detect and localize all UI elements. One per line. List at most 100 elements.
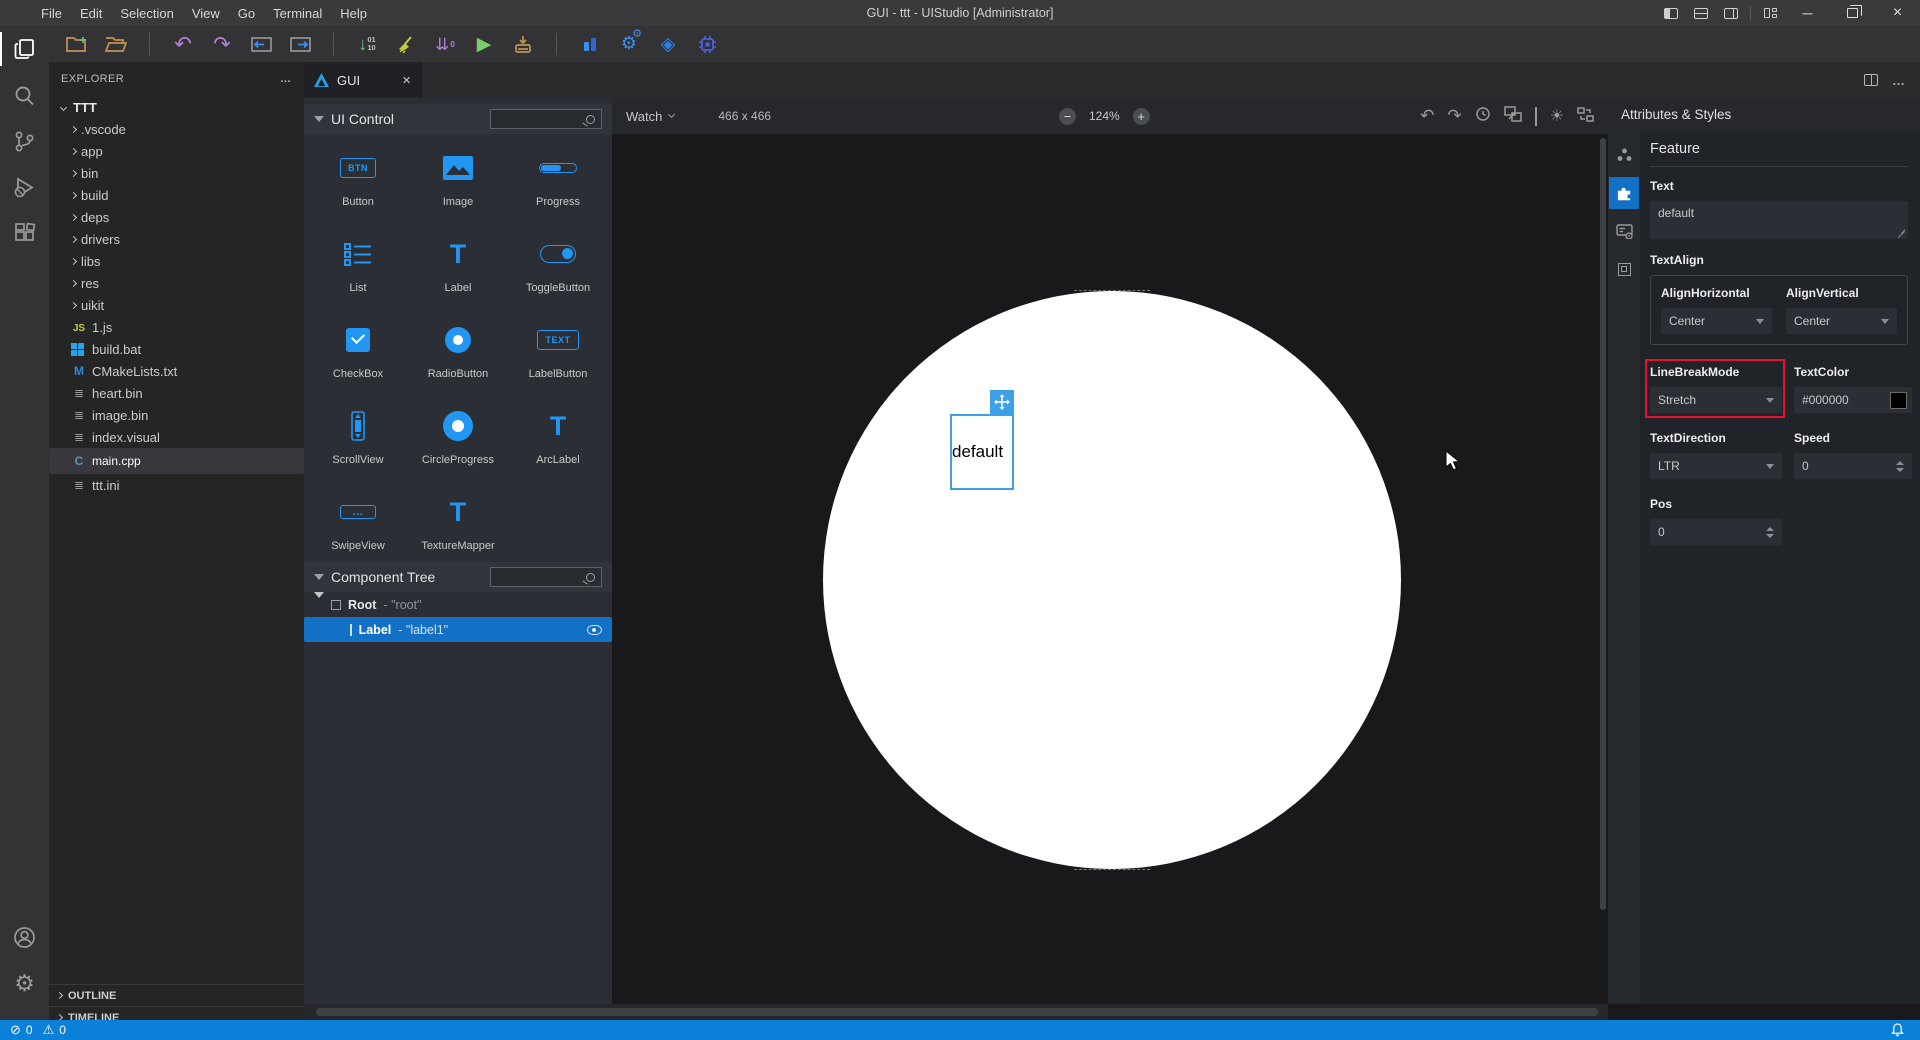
brightness-icon[interactable]: ☀ xyxy=(1550,108,1564,125)
component-tree-header[interactable]: Component Tree xyxy=(304,562,612,592)
zoom-out-button[interactable]: − xyxy=(1059,107,1076,125)
tree-item-app[interactable]: app xyxy=(49,140,304,162)
editor-more-actions-icon[interactable]: … xyxy=(1892,73,1906,88)
restore-button[interactable] xyxy=(1830,0,1875,26)
palette-item-button[interactable]: BTN Button xyxy=(308,148,408,208)
customize-layout-icon[interactable] xyxy=(1755,0,1785,26)
run-icon[interactable]: ▶ xyxy=(472,32,496,56)
extensions-icon[interactable] xyxy=(0,210,49,256)
redo-icon[interactable]: ↷ xyxy=(1447,107,1461,125)
menu-file[interactable]: File xyxy=(32,6,71,21)
tree-item-heart-bin[interactable]: ≣ heart.bin xyxy=(49,382,304,404)
layout-swap-icon[interactable] xyxy=(1577,106,1594,126)
minimize-button[interactable]: ─ xyxy=(1785,0,1830,26)
explorer-more-actions-icon[interactable]: … xyxy=(280,73,292,85)
undo-icon[interactable]: ↶ xyxy=(171,32,195,56)
bar-chart-icon[interactable] xyxy=(578,32,602,56)
tree-item-image-bin[interactable]: ≣ image.bin xyxy=(49,404,304,426)
run-debug-icon[interactable] xyxy=(0,164,49,210)
palette-item-label[interactable]: T Label xyxy=(408,234,508,294)
watch-device-dropdown[interactable]: Watch xyxy=(626,109,676,124)
tree-item-bin[interactable]: bin xyxy=(49,162,304,184)
tree-item-1-js[interactable]: JS 1.js xyxy=(49,316,304,338)
alignhorizontal-select[interactable]: Center xyxy=(1661,308,1772,334)
layout-sidebar-right-icon[interactable] xyxy=(1716,0,1746,26)
tree-row-label[interactable]: Label - "label1" xyxy=(304,617,612,642)
palette-item-swipeview[interactable]: ... SwipeView xyxy=(308,492,408,552)
tree-item-build[interactable]: build xyxy=(49,184,304,206)
textcolor-input[interactable]: #000000 xyxy=(1794,387,1912,413)
pull-streams-icon[interactable]: ⇊ 0 xyxy=(433,32,457,56)
tree-item-deps[interactable]: deps xyxy=(49,206,304,228)
search-icon[interactable] xyxy=(0,72,49,118)
stepper-icons[interactable] xyxy=(1896,460,1904,472)
split-editor-icon[interactable] xyxy=(1864,74,1878,86)
move-handle-icon[interactable] xyxy=(990,390,1014,414)
palette-item-list[interactable]: List xyxy=(308,234,408,294)
tree-item-index-visual[interactable]: ≣ index.visual xyxy=(49,426,304,448)
menu-edit[interactable]: Edit xyxy=(71,6,111,21)
section-outline[interactable]: OUTLINE xyxy=(49,984,304,1006)
warnings-count[interactable]: 0 xyxy=(59,1023,66,1037)
source-control-icon[interactable] xyxy=(0,118,49,164)
notifications-bell-icon[interactable] xyxy=(1891,1023,1904,1037)
menu-go[interactable]: Go xyxy=(229,6,264,21)
canvas-vertical-scrollbar[interactable] xyxy=(1600,138,1606,910)
form-info-icon[interactable] xyxy=(1609,215,1639,247)
menu-view[interactable]: View xyxy=(183,6,229,21)
palette-item-checkbox[interactable]: CheckBox xyxy=(308,320,408,380)
palette-item-arclabel[interactable]: T ArcLabel xyxy=(508,406,608,466)
ui-control-search-input[interactable] xyxy=(491,113,586,125)
settings-gear-icon[interactable]: ⚙ xyxy=(0,960,49,1006)
deploy-box-icon[interactable] xyxy=(511,32,535,56)
puzzle-icon[interactable] xyxy=(1609,177,1639,209)
tree-item-uikit[interactable]: uikit xyxy=(49,294,304,316)
tree-item-CMakeLists-txt[interactable]: M CMakeLists.txt xyxy=(49,360,304,382)
gears-icon[interactable]: ⚙ ⚙ xyxy=(617,29,642,56)
layout-sidebar-left-icon[interactable] xyxy=(1656,0,1686,26)
visibility-eye-icon[interactable] xyxy=(587,624,602,635)
window-export-icon[interactable] xyxy=(288,32,312,56)
tree-item--vscode[interactable]: .vscode xyxy=(49,118,304,140)
window-import-icon[interactable] xyxy=(249,32,273,56)
tree-item-drivers[interactable]: drivers xyxy=(49,228,304,250)
palette-item-togglebutton[interactable]: ToggleButton xyxy=(508,234,608,294)
frame-icon[interactable] xyxy=(1609,253,1639,285)
textdirection-select[interactable]: LTR xyxy=(1650,453,1782,479)
sort-numeric-icon[interactable]: ↓ 01 10 xyxy=(355,32,379,56)
color-swatch[interactable] xyxy=(1890,391,1907,409)
ui-control-header[interactable]: UI Control xyxy=(304,104,612,134)
canvas-viewport[interactable]: default xyxy=(612,134,1608,1004)
nodes-icon[interactable] xyxy=(1609,139,1639,171)
pos-input[interactable]: 0 xyxy=(1650,519,1782,545)
open-folder-icon[interactable] xyxy=(104,32,128,56)
palette-item-labelbutton[interactable]: TEXT LabelButton xyxy=(508,320,608,380)
label-widget[interactable]: default xyxy=(950,414,1014,490)
redo-icon[interactable]: ↷ xyxy=(210,32,234,56)
layout-panel-icon[interactable] xyxy=(1686,0,1716,26)
linebreakmode-select[interactable]: Stretch xyxy=(1650,387,1782,413)
tree-item-main-cpp[interactable]: Cmain.cpp xyxy=(49,448,304,474)
watch-preview-icon[interactable] xyxy=(1475,106,1491,126)
warnings-icon[interactable]: ⚠ xyxy=(43,1022,55,1038)
new-folder-icon[interactable] xyxy=(65,32,89,56)
palette-item-texturemapper[interactable]: T TextureMapper xyxy=(408,492,508,552)
undo-icon[interactable]: ↶ xyxy=(1420,107,1434,125)
tree-row-root[interactable]: Root - "root" xyxy=(304,591,612,617)
account-icon[interactable] xyxy=(0,914,49,960)
menu-terminal[interactable]: Terminal xyxy=(264,6,331,21)
tree-item-ttt-ini[interactable]: ≣ ttt.ini xyxy=(49,474,304,496)
scrollbar-thumb[interactable] xyxy=(316,1008,1598,1016)
clean-broom-icon[interactable] xyxy=(394,32,418,56)
palette-item-progress[interactable]: Progress xyxy=(508,148,608,208)
errors-count[interactable]: 0 xyxy=(26,1023,33,1037)
alignvertical-select[interactable]: Center xyxy=(1786,308,1897,334)
text-value-input[interactable]: default xyxy=(1650,201,1908,239)
tree-root-ttt[interactable]: TTT xyxy=(49,96,304,118)
watchface-canvas[interactable] xyxy=(823,291,1401,869)
speed-input[interactable]: 0 xyxy=(1794,453,1912,479)
component-tree-search-input[interactable] xyxy=(491,571,586,583)
zoom-in-button[interactable]: + xyxy=(1132,107,1150,125)
tree-item-libs[interactable]: libs xyxy=(49,250,304,272)
screen-link-icon[interactable] xyxy=(1503,106,1522,126)
